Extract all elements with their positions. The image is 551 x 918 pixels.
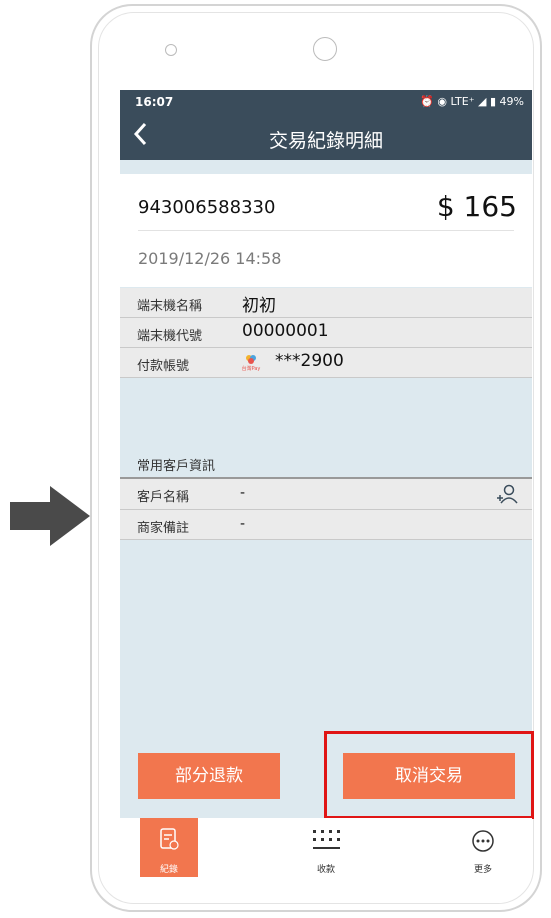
transaction-datetime: 2019/12/26 14:58 [138,249,282,268]
detail-label: 付款帳號 [137,359,190,374]
detail-value: 00000001 [242,321,329,341]
partial-refund-button[interactable]: 部分退款 [138,753,280,799]
phone-sensor [165,44,177,56]
detail-value: ***2900 [275,351,344,371]
bottom-nav: 紀錄 收款 更多 [120,818,532,877]
nav-label: 更多 [473,865,492,875]
nav-item-collect[interactable]: 收款 [291,818,361,877]
nav-item-records[interactable]: 紀錄 [140,818,198,877]
transaction-amount: $ 165 [436,190,517,223]
detail-label: 端末機名稱 [137,299,203,314]
customer-value: - [240,516,246,532]
app-bar: 交易紀錄明細 [120,114,532,160]
status-bar: 16:07 ⏰ ◉ LTE⁺ ◢ ▮ 49% [120,90,532,114]
customer-value: - [240,485,246,501]
merchant-note-row[interactable]: 商家備註 - [120,510,532,540]
detail-row-payment-account: 付款帳號 台灣Pay ***2900 [120,348,532,378]
divider [138,230,514,231]
nav-label: 收款 [316,865,335,875]
detail-label: 端末機代號 [137,329,203,344]
page-title: 交易紀錄明細 [268,130,383,152]
taiwan-pay-logo-text: 台灣Pay [242,365,261,372]
add-user-icon[interactable] [496,484,518,504]
taiwan-pay-logo-icon: 台灣Pay [242,355,261,372]
detail-row-terminal-name: 端末機名稱 初初 [120,288,532,318]
status-icons: ⏰ ◉ LTE⁺ ◢ ▮ 49% [420,95,524,108]
customer-label: 商家備註 [137,521,190,536]
customer-name-row[interactable]: 客戶名稱 - [120,479,532,510]
customer-label: 客戶名稱 [137,490,190,505]
phone-camera [313,37,337,61]
more-icon [472,830,494,852]
detail-value: 初初 [242,296,276,316]
transaction-id: 943006588330 [138,197,276,218]
pointer-arrow-icon [10,486,90,546]
receipt-icon [160,828,179,850]
status-time: 16:07 [135,95,174,109]
highlight-box [324,731,534,819]
transaction-card: 943006588330 $ 165 2019/12/26 14:58 [120,174,532,287]
nav-item-more[interactable]: 更多 [448,818,518,877]
scan-icon [313,830,340,849]
detail-row-terminal-code: 端末機代號 00000001 [120,318,532,348]
nav-label: 紀錄 [159,865,178,875]
section-title: 常用客戶資訊 [137,459,216,474]
